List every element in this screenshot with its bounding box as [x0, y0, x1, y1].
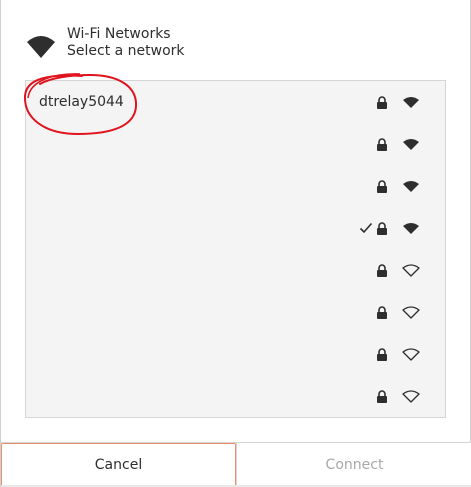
- wifi-icon: [27, 36, 55, 58]
- network-row[interactable]: [26, 249, 445, 291]
- lock-icon: [377, 222, 387, 235]
- wifi-signal-strong-icon: [403, 181, 419, 192]
- dialog-title: Wi-Fi Networks: [67, 26, 171, 42]
- network-row[interactable]: [26, 123, 445, 165]
- dialog-footer: Cancel Connect: [1, 442, 471, 487]
- network-row[interactable]: [26, 291, 445, 333]
- wifi-signal-weak-icon: [402, 390, 420, 403]
- network-row[interactable]: [26, 165, 445, 207]
- wifi-signal-strong-icon: [403, 97, 419, 108]
- network-name: dtrelay5044: [39, 94, 124, 110]
- wifi-signal-weak-icon: [402, 264, 420, 277]
- cancel-button[interactable]: Cancel: [1, 443, 236, 487]
- network-row[interactable]: [26, 333, 445, 375]
- lock-icon: [377, 390, 387, 403]
- lock-icon: [377, 96, 387, 109]
- wifi-signal-weak-icon: [402, 348, 420, 361]
- network-row[interactable]: dtrelay5044: [26, 81, 445, 123]
- dialog-header: Wi-Fi Networks Select a network: [25, 26, 445, 66]
- wifi-signal-strong-icon: [403, 139, 419, 150]
- connect-button[interactable]: Connect: [236, 443, 471, 487]
- lock-icon: [377, 180, 387, 193]
- dialog-subtitle: Select a network: [67, 43, 185, 59]
- lock-icon: [377, 138, 387, 151]
- header-text: Wi-Fi Networks Select a network: [67, 26, 185, 60]
- checkmark-icon: [359, 222, 373, 234]
- network-row[interactable]: [26, 375, 445, 417]
- wifi-signal-strong-icon: [403, 223, 419, 234]
- wifi-signal-weak-icon: [402, 306, 420, 319]
- wifi-dialog: Wi-Fi Networks Select a network dtrelay5…: [0, 0, 471, 487]
- lock-icon: [377, 348, 387, 361]
- network-list: dtrelay5044: [25, 80, 446, 418]
- network-row[interactable]: [26, 207, 445, 249]
- lock-icon: [377, 264, 387, 277]
- lock-icon: [377, 306, 387, 319]
